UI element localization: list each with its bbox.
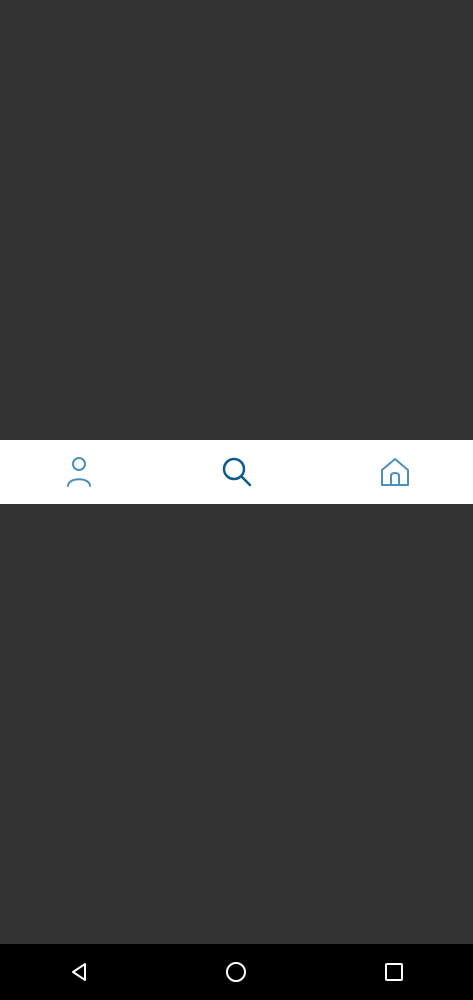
recents-square-icon xyxy=(385,963,404,981)
tab-search[interactable] xyxy=(158,440,315,504)
dimmed-overlay-top[interactable] xyxy=(0,0,473,440)
tab-home[interactable] xyxy=(316,440,473,504)
back-triangle-icon xyxy=(71,963,86,981)
system-back-button[interactable] xyxy=(39,944,119,1000)
tab-profile[interactable] xyxy=(0,440,157,504)
system-home-button[interactable] xyxy=(196,944,276,1000)
home-circle-icon xyxy=(226,962,247,982)
bottom-tab-bar xyxy=(0,440,473,504)
app-screen xyxy=(0,0,473,1000)
search-icon xyxy=(222,457,251,487)
system-recents-button[interactable] xyxy=(354,944,434,1000)
home-icon xyxy=(380,458,409,486)
person-icon xyxy=(66,457,91,487)
dimmed-overlay-bottom[interactable] xyxy=(0,504,473,944)
system-navigation-bar xyxy=(0,944,473,1000)
